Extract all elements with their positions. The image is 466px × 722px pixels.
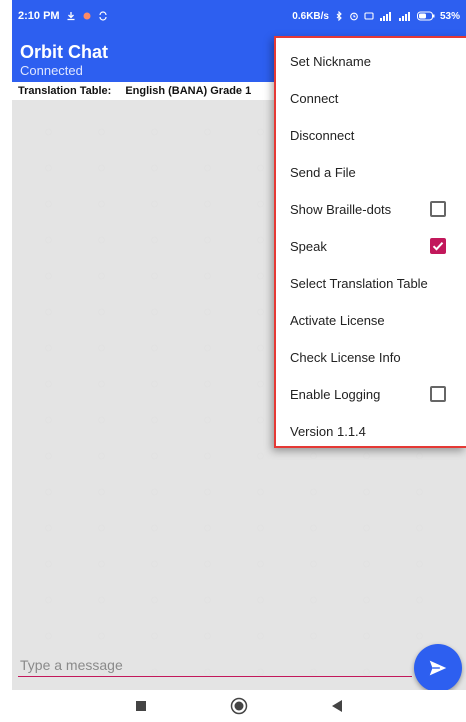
checkmark-icon [432,242,444,251]
menu-item-label: Version 1.1.4 [290,424,366,439]
menu-item-label: Speak [290,239,327,254]
menu-item-label: Disconnect [290,128,355,143]
back-triangle-icon [332,700,342,712]
menu-item-set-nickname[interactable]: Set Nickname [276,43,466,80]
menu-item-label: Set Nickname [290,54,371,69]
menu-item-label: Show Braille-dots [290,202,392,217]
menu-item-connect[interactable]: Connect [276,80,466,117]
send-button[interactable] [414,644,462,692]
send-icon [429,660,447,676]
speak-checkbox[interactable] [430,238,446,254]
signal-icon [379,12,391,21]
menu-item-disconnect[interactable]: Disconnect [276,117,466,154]
alarm-icon [350,12,358,21]
home-button[interactable] [227,694,251,718]
overflow-menu: Set Nickname Connect Disconnect Send a F… [274,36,466,448]
menu-item-speak[interactable]: Speak [276,228,466,265]
menu-item-label: Send a File [290,165,356,180]
translation-table-label: Translation Table: [18,85,112,97]
data-icon [364,12,374,20]
recents-button[interactable] [129,694,153,718]
menu-item-activate-license[interactable]: Activate License [276,302,466,339]
translation-table-value: English (BANA) Grade 1 [125,85,252,97]
download-icon [67,12,75,21]
phone-screen: 2:10 PM 0.6KB/s 53% Orbit Chat Connected… [12,0,466,722]
network-speed: 0.6KB/s [292,10,329,22]
notification-dot-icon [83,12,91,20]
sync-icon [98,11,107,21]
menu-item-check-license-info[interactable]: Check License Info [276,339,466,376]
message-input[interactable] [18,654,412,677]
enable-logging-checkbox[interactable] [430,386,446,402]
signal-icon-2 [398,12,410,21]
menu-item-label: Connect [290,91,339,106]
menu-item-show-braille-dots[interactable]: Show Braille-dots [276,191,466,228]
battery-icon [416,11,435,21]
status-bar: 2:10 PM 0.6KB/s 53% [12,0,466,32]
status-time: 2:10 PM [18,10,60,22]
menu-item-label: Enable Logging [290,387,381,402]
bluetooth-icon [336,11,342,21]
show-braille-dots-checkbox[interactable] [430,201,446,217]
menu-item-enable-logging[interactable]: Enable Logging [276,376,466,413]
menu-item-version[interactable]: Version 1.1.4 [276,413,466,450]
message-composer [12,644,466,692]
menu-item-label: Activate License [290,313,385,328]
home-circle-icon [230,697,248,715]
menu-item-send-file[interactable]: Send a File [276,154,466,191]
recents-square-icon [136,701,146,711]
system-nav-bar [12,690,466,722]
menu-item-label: Check License Info [290,350,401,365]
menu-item-select-translation-table[interactable]: Select Translation Table [276,265,466,302]
battery-percent: 53% [439,10,460,22]
back-button[interactable] [325,694,349,718]
menu-item-label: Select Translation Table [290,276,428,291]
